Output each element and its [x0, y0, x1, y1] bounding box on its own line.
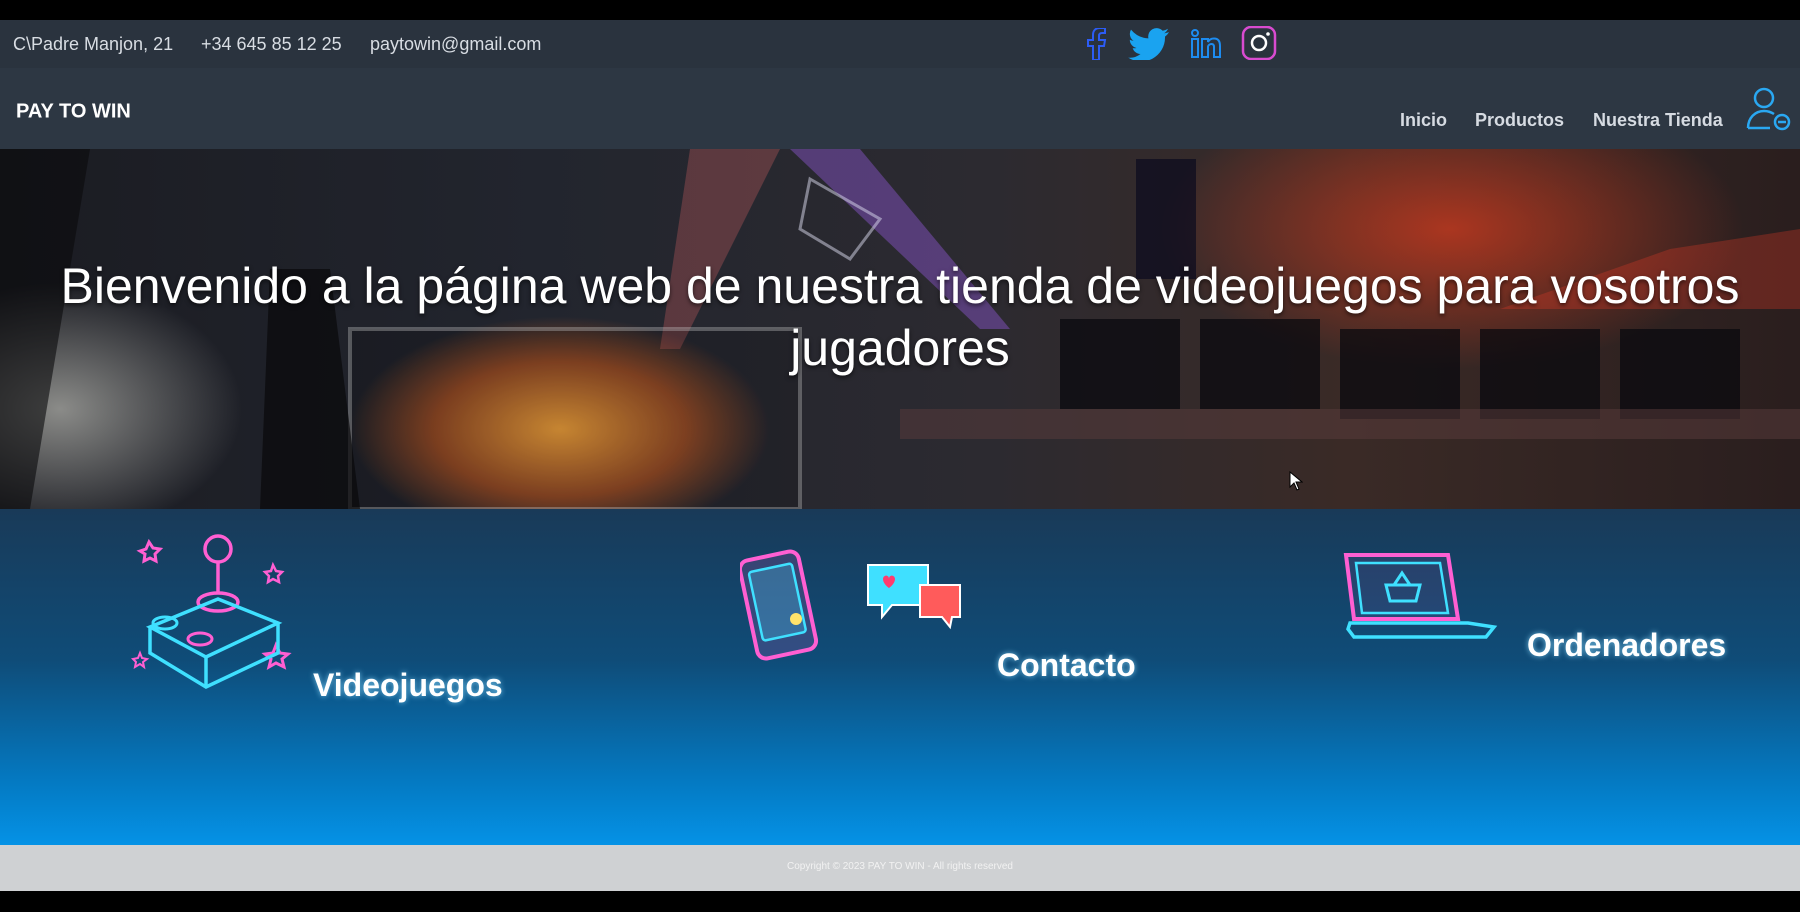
- main-navbar: PAY TO WIN Inicio Productos Nuestra Tien…: [0, 68, 1800, 149]
- nav-link-productos[interactable]: Productos: [1475, 110, 1564, 131]
- address-text: C\Padre Manjon, 21: [13, 34, 174, 54]
- user-login-icon[interactable]: [1746, 86, 1792, 132]
- category-contacto[interactable]: Contacto: [997, 647, 1136, 684]
- top-info-bar: C\Padre Manjon, 21 +34 645 85 12 25 payt…: [0, 20, 1800, 68]
- instagram-icon[interactable]: [1239, 24, 1279, 62]
- hero-banner: Bienvenido a la página web de nuestra ti…: [0, 149, 1800, 509]
- nav-link-nuestra-tienda[interactable]: Nuestra Tienda: [1593, 110, 1723, 131]
- phone-chat-icon[interactable]: [737, 549, 970, 674]
- phone-text: +34 645 85 12 25: [201, 34, 342, 54]
- category-ordenadores[interactable]: Ordenadores: [1527, 627, 1726, 664]
- copyright-text: Copyright © 2023 PAY TO WIN - All rights…: [787, 861, 1013, 872]
- email-link[interactable]: paytowin@gmail.com: [370, 34, 541, 55]
- mouse-cursor-icon: [1289, 470, 1304, 496]
- footer: Copyright © 2023 PAY TO WIN - All rights…: [0, 845, 1800, 891]
- category-videojuegos[interactable]: Videojuegos: [313, 667, 503, 704]
- laptop-cart-icon[interactable]: [1340, 549, 1510, 654]
- linkedin-icon[interactable]: [1186, 26, 1226, 62]
- nav-link-inicio[interactable]: Inicio: [1400, 110, 1447, 131]
- category-section: Videojuegos Contacto Ordenadores: [0, 509, 1800, 845]
- hero-title: Bienvenido a la página web de nuestra ti…: [60, 258, 1740, 376]
- joystick-icon[interactable]: [130, 527, 300, 702]
- brand-logo-text[interactable]: PAY TO WIN: [16, 101, 131, 124]
- browser-viewport: C\Padre Manjon, 21 +34 645 85 12 25 payt…: [0, 20, 1800, 891]
- facebook-icon[interactable]: [1076, 26, 1116, 62]
- twitter-icon[interactable]: [1124, 26, 1174, 62]
